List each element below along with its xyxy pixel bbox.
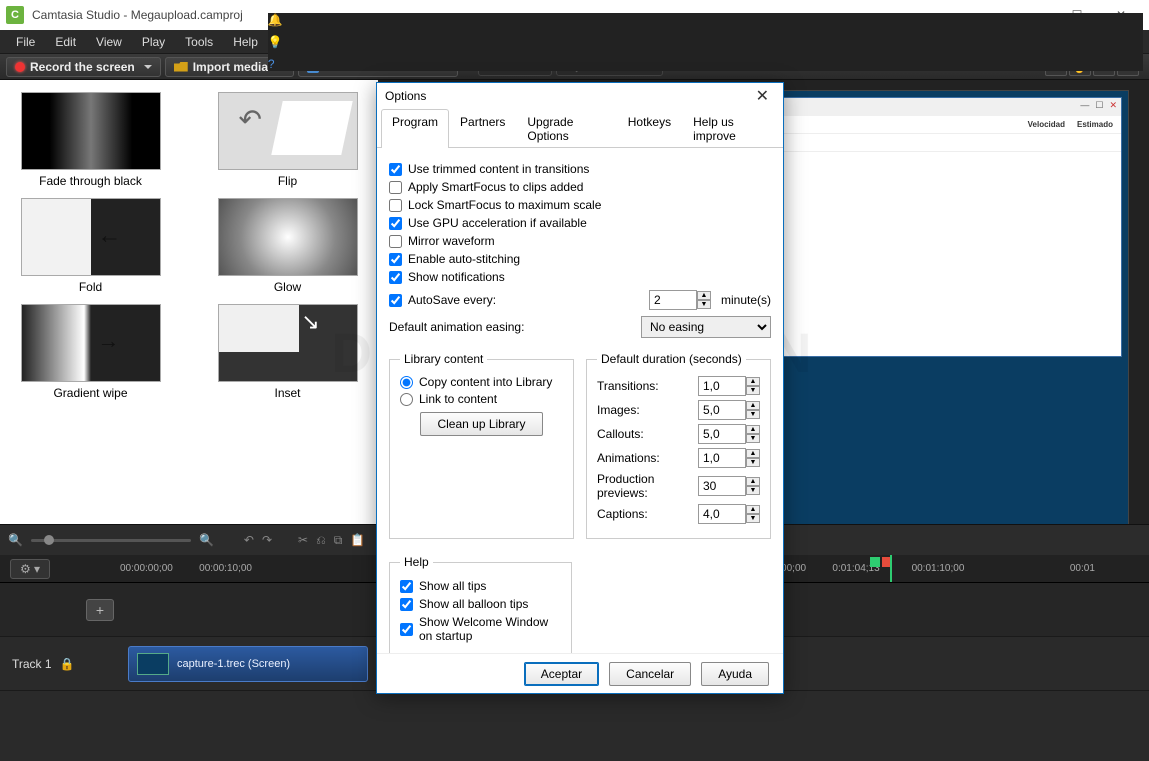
transition-item[interactable]: Flip bbox=[203, 86, 372, 188]
track-label: Track 1 bbox=[12, 657, 52, 671]
app-logo: C bbox=[6, 6, 24, 24]
transition-label: Glow bbox=[203, 280, 372, 294]
transition-thumb bbox=[21, 304, 161, 382]
library-content-group: Library content Copy content into Librar… bbox=[389, 352, 574, 539]
radio-copy-library[interactable] bbox=[400, 376, 413, 389]
chk-smartfocus[interactable] bbox=[389, 181, 402, 194]
chk-show-balloon[interactable] bbox=[400, 598, 413, 611]
dur-animations-input[interactable] bbox=[698, 448, 746, 468]
zoom-out-icon[interactable]: 🔍 bbox=[8, 533, 23, 547]
transition-thumb bbox=[218, 304, 358, 382]
notification-bell-icon[interactable]: 🔔 bbox=[268, 13, 1135, 27]
transition-item[interactable]: Glow bbox=[203, 192, 372, 294]
transition-item[interactable]: Fold bbox=[6, 192, 175, 294]
chk-mirror-waveform[interactable] bbox=[389, 235, 402, 248]
transition-item[interactable]: Gradient wipe bbox=[6, 298, 175, 400]
chevron-down-icon bbox=[144, 65, 152, 73]
menu-edit[interactable]: Edit bbox=[45, 32, 86, 52]
copy-icon[interactable]: ⧉ bbox=[334, 533, 343, 548]
redo-icon[interactable]: ↷ bbox=[262, 533, 272, 547]
help-icon[interactable]: ? bbox=[268, 57, 1135, 71]
chk-notifications[interactable] bbox=[389, 271, 402, 284]
chk-autosave[interactable] bbox=[389, 294, 402, 307]
clean-library-button[interactable]: Clean up Library bbox=[420, 412, 542, 436]
tab-program[interactable]: Program bbox=[381, 109, 449, 148]
zoom-in-icon[interactable]: 🔍 bbox=[199, 533, 214, 547]
chk-gpu-accel[interactable] bbox=[389, 217, 402, 230]
tab-upgrade[interactable]: Upgrade Options bbox=[516, 109, 616, 148]
ruler-tick: 00:01 bbox=[1070, 555, 1149, 582]
transition-item[interactable]: Inset bbox=[203, 298, 372, 400]
transition-label: Fold bbox=[6, 280, 175, 294]
lock-icon[interactable]: 🔒 bbox=[60, 657, 75, 671]
menu-tools[interactable]: Tools bbox=[175, 32, 223, 52]
menu-play[interactable]: Play bbox=[132, 32, 175, 52]
ruler-tick: 00:00:00;00 bbox=[120, 555, 199, 582]
transition-thumb bbox=[21, 92, 161, 170]
transition-thumb bbox=[21, 198, 161, 276]
transition-item[interactable]: Fade through black bbox=[6, 86, 175, 188]
dur-transitions-input[interactable] bbox=[698, 376, 746, 396]
help-group: Help Show all tips Show all balloon tips… bbox=[389, 555, 572, 653]
record-screen-button[interactable]: Record the screen bbox=[6, 57, 161, 77]
undo-icon[interactable]: ↶ bbox=[244, 533, 254, 547]
add-track-button[interactable]: + bbox=[86, 599, 114, 621]
cut-icon[interactable]: ✂ bbox=[298, 533, 308, 547]
timeline-clip[interactable]: capture-1.trec (Screen) bbox=[128, 646, 368, 682]
chk-welcome-window[interactable] bbox=[400, 623, 413, 636]
tab-partners[interactable]: Partners bbox=[449, 109, 516, 148]
chk-show-tips[interactable] bbox=[400, 580, 413, 593]
dur-images-input[interactable] bbox=[698, 400, 746, 420]
zoom-slider[interactable] bbox=[31, 539, 191, 542]
transition-label: Gradient wipe bbox=[6, 386, 175, 400]
timeline-settings-button[interactable]: ⚙ ▾ bbox=[10, 559, 50, 579]
radio-link-content[interactable] bbox=[400, 393, 413, 406]
dur-callouts-input[interactable] bbox=[698, 424, 746, 444]
dur-captions-input[interactable] bbox=[698, 504, 746, 524]
transition-thumb bbox=[218, 92, 358, 170]
transition-label: Flip bbox=[203, 174, 372, 188]
tab-hotkeys[interactable]: Hotkeys bbox=[617, 109, 682, 148]
playhead[interactable] bbox=[890, 555, 892, 582]
tab-improve[interactable]: Help us improve bbox=[682, 109, 779, 148]
transition-thumb bbox=[218, 198, 358, 276]
spin-down[interactable]: ▼ bbox=[697, 300, 711, 309]
menu-file[interactable]: File bbox=[6, 32, 45, 52]
ruler-tick: 00:01:10;00 bbox=[912, 555, 991, 582]
window-title: Camtasia Studio - Megaupload.camproj bbox=[32, 8, 243, 22]
default-duration-group: Default duration (seconds) Transitions:▲… bbox=[586, 352, 771, 539]
transition-label: Fade through black bbox=[6, 174, 175, 188]
dur-prodpreview-input[interactable] bbox=[698, 476, 746, 496]
spin-up[interactable]: ▲ bbox=[697, 291, 711, 300]
autosave-minutes-input[interactable] bbox=[649, 290, 697, 310]
paste-icon[interactable]: 📋 bbox=[350, 533, 365, 547]
dialog-title: Options bbox=[385, 89, 426, 103]
chk-autostitching[interactable] bbox=[389, 253, 402, 266]
clip-thumbnail bbox=[137, 653, 169, 675]
ruler-tick: 00:00:10;00 bbox=[199, 555, 278, 582]
split-icon[interactable]: ⎌ bbox=[316, 533, 326, 548]
ruler-tick bbox=[278, 555, 357, 582]
dialog-tabs: Program Partners Upgrade Options Hotkeys… bbox=[377, 109, 783, 148]
dialog-close-button[interactable]: ✕ bbox=[750, 86, 775, 106]
lightbulb-icon[interactable]: 💡 bbox=[268, 35, 1135, 49]
options-dialog: Options ✕ Program Partners Upgrade Optio… bbox=[376, 82, 784, 694]
menu-view[interactable]: View bbox=[86, 32, 132, 52]
dialog-help-button[interactable]: Ayuda bbox=[701, 662, 769, 686]
menubar: File Edit View Play Tools Help 🔔 💡 ? bbox=[0, 30, 1149, 54]
chk-trimmed-content[interactable] bbox=[389, 163, 402, 176]
transition-label: Inset bbox=[203, 386, 372, 400]
chk-lock-smartfocus[interactable] bbox=[389, 199, 402, 212]
easing-select[interactable]: No easing bbox=[641, 316, 771, 338]
dialog-ok-button[interactable]: Aceptar bbox=[524, 662, 599, 686]
menu-help[interactable]: Help bbox=[223, 32, 268, 52]
marker-green[interactable] bbox=[870, 557, 880, 567]
easing-label: Default animation easing: bbox=[389, 320, 524, 334]
ruler-tick bbox=[991, 555, 1070, 582]
dialog-cancel-button[interactable]: Cancelar bbox=[609, 662, 691, 686]
